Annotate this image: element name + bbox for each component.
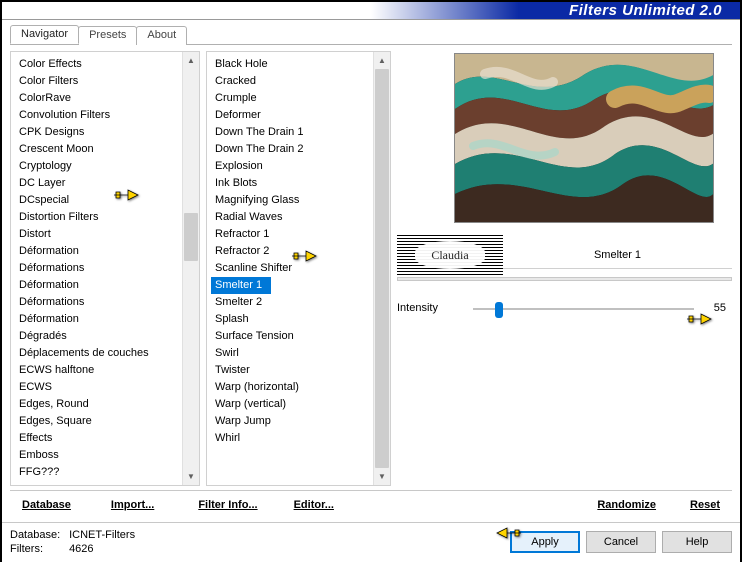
- category-item[interactable]: FFG???: [15, 464, 182, 481]
- categories-pane: Color EffectsColor FiltersColorRaveConvo…: [10, 51, 200, 486]
- filter-item[interactable]: Down The Drain 1: [211, 124, 373, 141]
- category-item[interactable]: Déformations: [15, 294, 182, 311]
- filters-list[interactable]: Black HoleCrackedCrumpleDeformerDown The…: [207, 52, 373, 485]
- current-filter-name: Smelter 1: [503, 241, 732, 269]
- cmd-database[interactable]: Database: [14, 497, 79, 513]
- filters-pane: Black HoleCrackedCrumpleDeformerDown The…: [206, 51, 391, 486]
- filter-item[interactable]: Warp (horizontal): [211, 379, 373, 396]
- preview-pane: Claudia Smelter 1 Intensity 55: [397, 51, 732, 486]
- scroll-up-icon[interactable]: ▲: [183, 52, 199, 69]
- filter-item[interactable]: Warp Jump: [211, 413, 373, 430]
- category-item[interactable]: Color Filters: [15, 73, 182, 90]
- category-item[interactable]: CPK Designs: [15, 124, 182, 141]
- filter-item[interactable]: Smelter 1: [211, 277, 271, 294]
- category-item[interactable]: Effects: [15, 430, 182, 447]
- slider-thumb[interactable]: [495, 302, 503, 318]
- filter-item[interactable]: Whirl: [211, 430, 373, 447]
- filters-scrollbar[interactable]: ▲ ▼: [373, 52, 390, 485]
- filter-item[interactable]: Down The Drain 2: [211, 141, 373, 158]
- app-window: Filters Unlimited 2.0 NavigatorPresetsAb…: [0, 0, 742, 555]
- filter-item[interactable]: Deformer: [211, 107, 373, 124]
- apply-button[interactable]: Apply: [510, 531, 580, 553]
- filter-item[interactable]: Ink Blots: [211, 175, 373, 192]
- category-item[interactable]: Crescent Moon: [15, 141, 182, 158]
- category-item[interactable]: Emboss: [15, 447, 182, 464]
- cmd-filter-info[interactable]: Filter Info...: [190, 497, 265, 513]
- param-value: 55: [700, 302, 726, 314]
- filter-item[interactable]: Twister: [211, 362, 373, 379]
- tab-navigator[interactable]: Navigator: [10, 25, 79, 44]
- scroll-thumb[interactable]: [375, 69, 389, 468]
- title-bar: Filters Unlimited 2.0: [2, 2, 740, 20]
- filter-item[interactable]: Magnifying Glass: [211, 192, 373, 209]
- filter-item[interactable]: Refractor 2: [211, 243, 373, 260]
- category-item[interactable]: ECWS halftone: [15, 362, 182, 379]
- scroll-thumb[interactable]: [184, 213, 198, 261]
- category-item[interactable]: Edges, Round: [15, 396, 182, 413]
- categories-scrollbar[interactable]: ▲ ▼: [182, 52, 199, 485]
- scroll-down-icon[interactable]: ▼: [183, 468, 199, 485]
- scroll-track[interactable]: [374, 69, 390, 468]
- category-item[interactable]: Déformation: [15, 243, 182, 260]
- param-row: Intensity 55: [397, 299, 732, 317]
- filter-item[interactable]: Cracked: [211, 73, 373, 90]
- cmd-import[interactable]: Import...: [103, 497, 162, 513]
- tab-about[interactable]: About: [136, 26, 187, 45]
- cancel-button[interactable]: Cancel: [586, 531, 656, 553]
- param-label: Intensity: [397, 302, 467, 314]
- category-item[interactable]: ColorRave: [15, 90, 182, 107]
- categories-list[interactable]: Color EffectsColor FiltersColorRaveConvo…: [11, 52, 182, 485]
- preview-image: [454, 53, 714, 223]
- tab-strip: NavigatorPresetsAbout: [10, 25, 732, 45]
- filter-header: Claudia Smelter 1: [397, 235, 732, 275]
- help-button[interactable]: Help: [662, 531, 732, 553]
- category-item[interactable]: Dégradés: [15, 328, 182, 345]
- filter-item[interactable]: Surface Tension: [211, 328, 373, 345]
- scroll-up-icon[interactable]: ▲: [374, 52, 390, 69]
- category-item[interactable]: Déformations: [15, 260, 182, 277]
- filter-item[interactable]: Swirl: [211, 345, 373, 362]
- main-area: NavigatorPresetsAbout Color EffectsColor…: [2, 20, 740, 522]
- param-slider[interactable]: [473, 299, 694, 317]
- category-item[interactable]: Déplacements de couches: [15, 345, 182, 362]
- filter-item[interactable]: Crumple: [211, 90, 373, 107]
- category-item[interactable]: DC Layer: [15, 175, 182, 192]
- category-item[interactable]: Edges, Square: [15, 413, 182, 430]
- category-item[interactable]: Distort: [15, 226, 182, 243]
- category-item[interactable]: DCspecial: [15, 192, 182, 209]
- filters-count-label: Filters:: [10, 542, 66, 556]
- app-title: Filters Unlimited 2.0: [569, 2, 722, 19]
- filter-item[interactable]: Smelter 2: [211, 294, 373, 311]
- db-label: Database:: [10, 528, 66, 542]
- footer-info: Database: ICNET-Filters Filters: 4626: [10, 528, 510, 556]
- watermark-text: Claudia: [431, 248, 468, 263]
- category-item[interactable]: ECWS: [15, 379, 182, 396]
- filter-item[interactable]: Splash: [211, 311, 373, 328]
- category-item[interactable]: Cryptology: [15, 158, 182, 175]
- scroll-down-icon[interactable]: ▼: [374, 468, 390, 485]
- content-row: Color EffectsColor FiltersColorRaveConvo…: [10, 45, 732, 486]
- command-bar: Database Import... Filter Info... Editor…: [10, 490, 732, 519]
- filter-item[interactable]: Radial Waves: [211, 209, 373, 226]
- filter-item[interactable]: Explosion: [211, 158, 373, 175]
- cmd-randomize[interactable]: Randomize: [589, 497, 664, 513]
- cmd-editor[interactable]: Editor...: [286, 497, 342, 513]
- category-item[interactable]: Convolution Filters: [15, 107, 182, 124]
- footer-buttons: Apply Cancel Help: [510, 531, 732, 553]
- filter-item[interactable]: Black Hole: [211, 56, 373, 73]
- category-item[interactable]: Déformation: [15, 277, 182, 294]
- footer: Database: ICNET-Filters Filters: 4626 Ap…: [2, 522, 740, 562]
- filter-item[interactable]: Scanline Shifter: [211, 260, 373, 277]
- filter-item[interactable]: Warp (vertical): [211, 396, 373, 413]
- cmd-reset[interactable]: Reset: [682, 497, 728, 513]
- filter-item[interactable]: Refractor 1: [211, 226, 373, 243]
- db-value: ICNET-Filters: [69, 529, 135, 541]
- category-item[interactable]: Distortion Filters: [15, 209, 182, 226]
- filters-count-value: 4626: [69, 543, 93, 555]
- category-item[interactable]: Déformation: [15, 311, 182, 328]
- watermark-logo: Claudia: [397, 235, 503, 275]
- tab-presets[interactable]: Presets: [78, 26, 137, 45]
- scroll-track[interactable]: [183, 69, 199, 468]
- category-item[interactable]: Color Effects: [15, 56, 182, 73]
